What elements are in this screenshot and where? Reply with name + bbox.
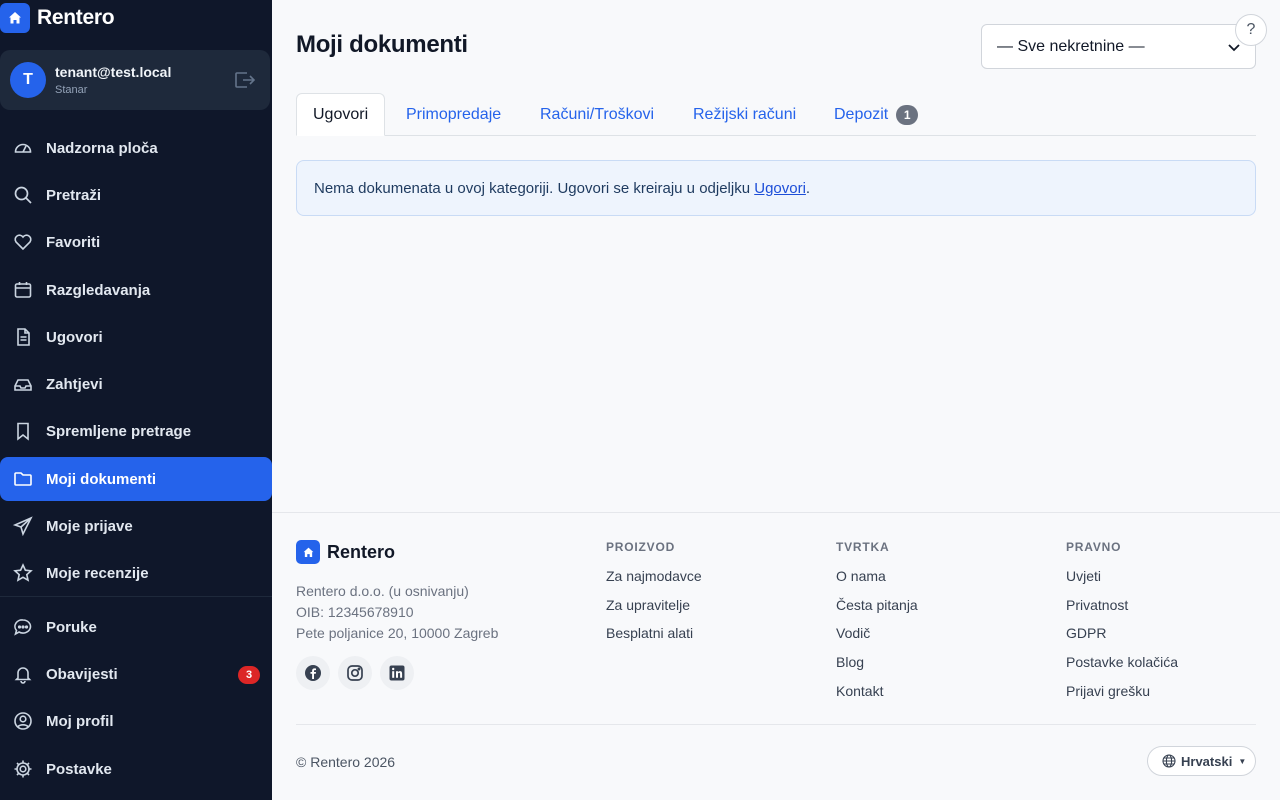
inbox-icon [12, 373, 34, 395]
company-oib: OIB: 12345678910 [296, 604, 414, 620]
send-icon [12, 515, 34, 537]
footer-link-privacy[interactable]: Privatnost [1066, 597, 1128, 613]
sidebar-item-contracts[interactable]: Ugovori [0, 315, 272, 359]
footer-link-gdpr[interactable]: GDPR [1066, 625, 1106, 641]
sidebar-item-my-reviews[interactable]: Moje recenzije [0, 551, 272, 595]
calendar-icon [12, 279, 34, 301]
caret-down-icon: ▼ [1238, 756, 1247, 766]
sidebar-item-my-profile[interactable]: Moj profil [0, 699, 272, 743]
tab-contracts[interactable]: Ugovori [296, 93, 386, 136]
footer-heading-legal: PRAVNO [1066, 540, 1122, 554]
sidebar-item-settings[interactable]: Postavke [0, 747, 272, 791]
document-icon [12, 326, 34, 348]
sidebar-item-requests[interactable]: Zahtjevi [0, 362, 272, 406]
footer-link-faq[interactable]: Česta pitanja [836, 597, 918, 613]
company-address: Pete poljanice 20, 10000 Zagreb [296, 625, 499, 641]
instagram-icon[interactable] [338, 656, 372, 690]
globe-icon [1162, 754, 1176, 768]
folder-icon [12, 468, 34, 490]
sidebar-item-messages[interactable]: Poruke [0, 605, 272, 649]
footer-link-contact[interactable]: Kontakt [836, 683, 883, 699]
linkedin-icon[interactable] [380, 656, 414, 690]
copyright: © Rentero 2026 [296, 754, 396, 770]
property-select-value: — Sve nekretnine — [997, 37, 1145, 55]
tab-deposit[interactable]: Depozit 1 [834, 93, 919, 136]
tab-invoices-costs[interactable]: Računi/Troškovi [540, 93, 654, 136]
tab-utility-bills[interactable]: Režijski računi [693, 93, 796, 136]
language-label: Hrvatski [1181, 753, 1233, 769]
page-title: Moji dokumenti [296, 31, 468, 58]
sidebar: Rentero T tenant@test.local Stanar Nadzo… [0, 0, 272, 800]
chevron-down-icon [1227, 40, 1241, 59]
user-role: Stanar [55, 84, 88, 96]
footer-link-guide[interactable]: Vodič [836, 625, 870, 641]
footer-link-report-bug[interactable]: Prijavi grešku [1066, 683, 1150, 699]
property-select[interactable]: — Sve nekretnine — [981, 24, 1256, 69]
help-button[interactable]: ? [1235, 14, 1267, 46]
bell-icon [12, 663, 34, 685]
heart-icon [12, 231, 34, 253]
search-icon [12, 184, 34, 206]
footer-link-managers[interactable]: Za upravitelje [606, 597, 690, 613]
footer-link-terms[interactable]: Uvjeti [1066, 568, 1101, 584]
house-icon [296, 540, 320, 564]
user-email: tenant@test.local [55, 64, 172, 80]
sidebar-item-dashboard[interactable]: Nadzorna ploča [0, 126, 272, 170]
sidebar-item-my-documents[interactable]: Moji dokumenti [0, 457, 272, 501]
footer-link-cookie-settings[interactable]: Postavke kolačića [1066, 654, 1178, 670]
contracts-link[interactable]: Ugovori [754, 180, 806, 197]
language-selector[interactable]: Hrvatski ▼ [1147, 746, 1256, 776]
user-card: T tenant@test.local Stanar [0, 50, 270, 110]
star-icon [12, 562, 34, 584]
bookmark-icon [12, 420, 34, 442]
footer-heading-product: PROIZVOD [606, 540, 676, 554]
sidebar-item-favorites[interactable]: Favoriti [0, 220, 272, 264]
footer-link-free-tools[interactable]: Besplatni alati [606, 625, 693, 641]
footer-link-about[interactable]: O nama [836, 568, 886, 584]
gear-icon [12, 758, 34, 780]
main-content: Moji dokumenti — Sve nekretnine — ? Ugov… [272, 0, 1280, 800]
deposit-count-badge: 1 [896, 104, 919, 125]
chat-icon [12, 616, 34, 638]
brand[interactable]: Rentero [0, 3, 115, 33]
sidebar-item-saved-searches[interactable]: Spremljene pretrage [0, 409, 272, 453]
sidebar-item-notifications[interactable]: Obavijesti [0, 652, 272, 696]
user-circle-icon [12, 710, 34, 732]
notifications-badge: 3 [238, 666, 260, 684]
house-icon [0, 3, 30, 33]
footer-link-landlords[interactable]: Za najmodavce [606, 568, 702, 584]
footer-divider [296, 724, 1256, 725]
brand-name: Rentero [37, 6, 115, 29]
sidebar-divider [0, 596, 272, 597]
tab-handovers[interactable]: Primopredaje [406, 93, 501, 136]
company-name: Rentero d.o.o. (u osnivanju) [296, 583, 469, 599]
sidebar-item-my-applications[interactable]: Moje prijave [0, 504, 272, 548]
footer-heading-company: TVRTKA [836, 540, 890, 554]
document-tabs: Ugovori Primopredaje Računi/Troškovi Rež… [296, 93, 1256, 136]
footer-link-blog[interactable]: Blog [836, 654, 864, 670]
gauge-icon [12, 137, 34, 159]
empty-state-alert: Nema dokumenata u ovoj kategoriji. Ugovo… [296, 160, 1256, 216]
logout-icon[interactable] [234, 70, 256, 90]
footer: Rentero Rentero d.o.o. (u osnivanju) OIB… [272, 512, 1280, 800]
avatar: T [10, 62, 46, 98]
footer-brand-name: Rentero [327, 541, 396, 562]
footer-brand[interactable]: Rentero [296, 540, 395, 564]
sidebar-item-search[interactable]: Pretraži [0, 173, 272, 217]
alert-text: Nema dokumenata u ovoj kategoriji. Ugovo… [314, 179, 751, 197]
facebook-icon[interactable] [296, 656, 330, 690]
sidebar-item-viewings[interactable]: Razgledavanja [0, 268, 272, 312]
